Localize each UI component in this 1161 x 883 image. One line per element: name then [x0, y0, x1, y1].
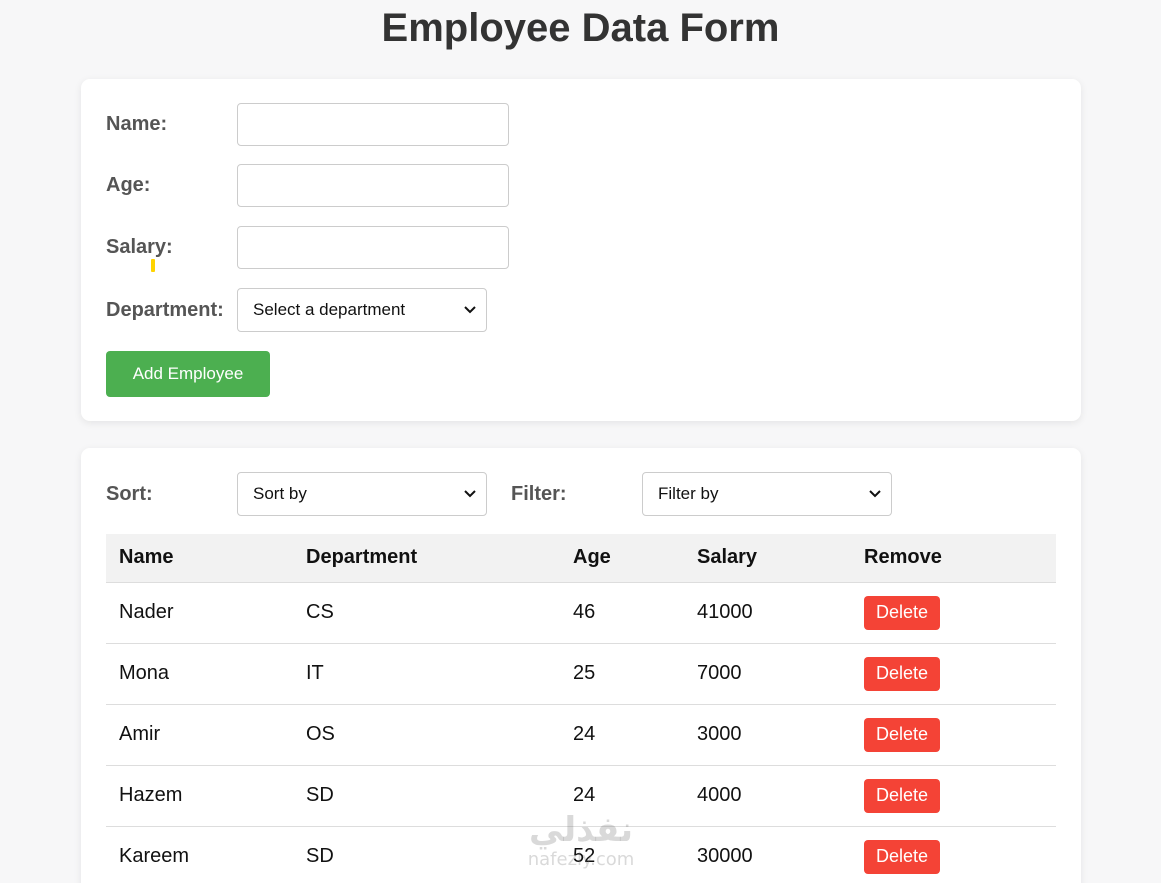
- salary-label: Salary:: [106, 236, 173, 258]
- sort-control: Sort: Sort by: [106, 472, 487, 516]
- cell-remove: Delete: [851, 826, 1056, 883]
- cell-remove: Delete: [851, 704, 1056, 766]
- header-name: Name: [106, 534, 293, 583]
- cell-age: 46: [560, 582, 684, 644]
- filter-select-value: Filter by: [658, 484, 719, 503]
- cell-salary: 3000: [684, 704, 851, 766]
- department-select[interactable]: Select a department: [237, 288, 487, 332]
- delete-button[interactable]: Delete: [864, 717, 941, 752]
- watermark-latin: nafezly.com: [527, 849, 635, 870]
- name-row: Name:: [106, 103, 509, 146]
- name-label: Name:: [106, 113, 168, 135]
- header-age: Age: [560, 534, 684, 583]
- cell-salary: 4000: [684, 765, 851, 827]
- name-input[interactable]: [237, 103, 509, 146]
- cell-name: Mona: [106, 643, 293, 705]
- header-salary: Salary: [684, 534, 851, 583]
- header-department: Department: [293, 534, 560, 583]
- delete-button[interactable]: Delete: [864, 778, 941, 813]
- table-row: Nader CS 46 41000 Delete: [106, 582, 1056, 644]
- cell-department: OS: [293, 704, 560, 766]
- department-select-value: Select a department: [253, 300, 406, 319]
- cell-name: Kareem: [106, 826, 293, 883]
- age-label: Age:: [106, 174, 151, 196]
- cell-department: IT: [293, 643, 560, 705]
- text-cursor-indicator: [151, 259, 155, 272]
- cell-name: Amir: [106, 704, 293, 766]
- chevron-down-icon: [464, 306, 476, 314]
- chevron-down-icon: [869, 490, 881, 498]
- cell-salary: 7000: [684, 643, 851, 705]
- cell-remove: Delete: [851, 582, 1056, 644]
- add-employee-button[interactable]: Add Employee: [106, 351, 270, 397]
- table-header-row: Name Department Age Salary Remove: [106, 534, 1056, 583]
- cell-salary: 30000: [684, 826, 851, 883]
- department-row: Department: Select a department: [106, 288, 487, 332]
- delete-button[interactable]: Delete: [864, 656, 941, 691]
- table-row: Mona IT 25 7000 Delete: [106, 643, 1056, 705]
- cell-age: 24: [560, 704, 684, 766]
- filter-control: Filter: Filter by: [511, 472, 892, 516]
- delete-button[interactable]: Delete: [864, 839, 941, 874]
- watermark: نفذلي nafezly.com: [511, 810, 651, 870]
- cell-name: Hazem: [106, 765, 293, 827]
- header-remove: Remove: [851, 534, 1056, 583]
- table-row: Amir OS 24 3000 Delete: [106, 704, 1056, 766]
- age-input[interactable]: [237, 164, 509, 207]
- sort-select-value: Sort by: [253, 484, 307, 503]
- sort-select[interactable]: Sort by: [237, 472, 487, 516]
- filter-select[interactable]: Filter by: [642, 472, 892, 516]
- cell-remove: Delete: [851, 643, 1056, 705]
- filter-label: Filter:: [511, 482, 567, 505]
- age-row: Age:: [106, 164, 509, 207]
- watermark-arabic: نفذلي: [528, 810, 634, 850]
- cell-age: 25: [560, 643, 684, 705]
- delete-button[interactable]: Delete: [864, 595, 941, 630]
- chevron-down-icon: [464, 490, 476, 498]
- page-title: Employee Data Form: [381, 6, 780, 50]
- cell-name: Nader: [106, 582, 293, 644]
- department-label: Department:: [106, 298, 224, 321]
- cell-remove: Delete: [851, 765, 1056, 827]
- cell-department: CS: [293, 582, 560, 644]
- salary-input[interactable]: [237, 226, 509, 269]
- cell-salary: 41000: [684, 582, 851, 644]
- employee-form-card: Name: Age: Salary: Department: Select a …: [81, 79, 1081, 421]
- sort-label: Sort:: [106, 482, 153, 505]
- salary-row: Salary:: [106, 226, 509, 269]
